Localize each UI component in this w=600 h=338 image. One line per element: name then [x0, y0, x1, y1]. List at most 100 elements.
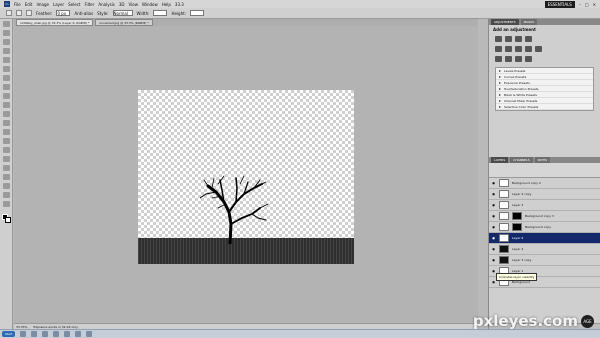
marquee-tool-preset-icon[interactable]: [6, 10, 12, 16]
brightness-contrast-icon[interactable]: [495, 36, 502, 42]
eye-icon[interactable]: ●: [491, 192, 496, 196]
add-selection-icon[interactable]: [26, 10, 32, 16]
width-input[interactable]: [153, 10, 168, 16]
eye-icon[interactable]: ●: [491, 203, 496, 207]
menu-image[interactable]: Image: [36, 2, 49, 7]
hue-saturation-icon[interactable]: [505, 46, 512, 52]
lasso-tool-icon[interactable]: [3, 39, 10, 45]
taskbar-icon[interactable]: [42, 331, 49, 337]
minimize-icon[interactable]: –: [579, 2, 581, 7]
background-color-swatch[interactable]: [5, 217, 11, 223]
status-zoom[interactable]: 33.33%: [16, 325, 27, 329]
vibrance-icon[interactable]: [495, 46, 502, 52]
taskbar-icon[interactable]: [64, 331, 71, 337]
path-select-tool-icon[interactable]: [3, 165, 10, 171]
hand-tool-icon[interactable]: [3, 192, 10, 198]
doc-tab-active[interactable]: 1299sky_shell.jpg @ 33.3% (Layer 6, RGB/…: [16, 19, 94, 26]
menu-select[interactable]: Select: [68, 2, 80, 7]
tab-masks[interactable]: MASKS: [520, 19, 538, 25]
antialias-label[interactable]: Anti-alias: [74, 11, 93, 16]
layer-mask-thumbnail[interactable]: [512, 223, 522, 231]
eye-icon[interactable]: ●: [491, 258, 496, 262]
tab-adjustments[interactable]: ADJUSTMENTS: [491, 19, 519, 25]
invert-icon[interactable]: [495, 56, 502, 62]
taskbar-icon[interactable]: [31, 331, 38, 337]
dodge-tool-icon[interactable]: [3, 138, 10, 144]
menu-file[interactable]: File: [14, 2, 21, 7]
canvas-area[interactable]: [14, 26, 478, 324]
black-white-icon[interactable]: [525, 46, 532, 52]
layer-row[interactable]: ● Layer 4: [489, 244, 600, 255]
zoom-level[interactable]: 33.3: [175, 2, 184, 7]
move-tool-icon[interactable]: [3, 21, 10, 27]
layer-row[interactable]: ● Layer 2: [489, 200, 600, 211]
eye-icon[interactable]: ●: [491, 247, 496, 251]
doc-tab[interactable]: unnamed.jpg @ 33.3% (RGB/8) *: [95, 19, 153, 26]
photo-filter-icon[interactable]: [535, 46, 542, 52]
eye-icon[interactable]: ●: [491, 225, 496, 229]
eyedropper-tool-icon[interactable]: [3, 66, 10, 72]
exposure-icon[interactable]: [525, 36, 532, 42]
tab-channels[interactable]: CHANNELS: [510, 157, 533, 163]
menu-analysis[interactable]: Analysis: [98, 2, 114, 7]
layer-row[interactable]: ● Background copy: [489, 222, 600, 233]
photoshop-taskbar-icon[interactable]: [86, 331, 93, 337]
menu-help[interactable]: Help: [162, 2, 171, 7]
taskbar-icon[interactable]: [20, 331, 27, 337]
menu-layer[interactable]: Layer: [53, 2, 64, 7]
menu-view[interactable]: View: [129, 2, 139, 7]
tab-layers[interactable]: LAYERS: [491, 157, 509, 163]
eye-icon[interactable]: ●: [491, 181, 496, 185]
eye-icon[interactable]: ●: [491, 236, 496, 240]
menu-filter[interactable]: Filter: [84, 2, 94, 7]
menu-window[interactable]: Window: [142, 2, 158, 7]
taskbar-icon[interactable]: [53, 331, 60, 337]
color-balance-icon[interactable]: [515, 46, 522, 52]
layer-row[interactable]: ● Layer 3 copy: [489, 255, 600, 266]
brush-tool-icon[interactable]: [3, 84, 10, 90]
pen-tool-icon[interactable]: [3, 147, 10, 153]
posterize-icon[interactable]: [505, 56, 512, 62]
3d-rotate-tool-icon[interactable]: [3, 183, 10, 189]
marquee-tool-icon[interactable]: [3, 30, 10, 36]
close-icon[interactable]: ✕: [593, 2, 596, 7]
curves-icon[interactable]: [515, 36, 522, 42]
maximize-icon[interactable]: □: [585, 2, 589, 7]
expand-triangle-icon: [499, 87, 501, 90]
new-selection-icon[interactable]: [16, 10, 22, 16]
taskbar-icon[interactable]: [75, 331, 82, 337]
layer-row[interactable]: ● Layer 2 copy: [489, 189, 600, 200]
document-canvas[interactable]: [138, 90, 354, 264]
workspace-switcher[interactable]: ESSENTIALS: [544, 1, 575, 8]
zoom-tool-icon[interactable]: [3, 201, 10, 207]
shape-tool-icon[interactable]: [3, 174, 10, 180]
gradient-tool-icon[interactable]: [3, 120, 10, 126]
blur-tool-icon[interactable]: [3, 129, 10, 135]
tab-paths[interactable]: PATHS: [534, 157, 551, 163]
layer-row[interactable]: ● Background copy 3: [489, 211, 600, 222]
levels-icon[interactable]: [505, 36, 512, 42]
menu-3d[interactable]: 3D: [119, 2, 125, 7]
healing-tool-icon[interactable]: [3, 75, 10, 81]
gradient-map-icon[interactable]: [525, 56, 532, 62]
type-tool-icon[interactable]: [3, 156, 10, 162]
style-select[interactable]: Normal: [112, 10, 133, 16]
layer-row[interactable]: ● Layer 6: [489, 233, 600, 244]
layer-row[interactable]: ● Background copy 2: [489, 178, 600, 189]
eye-icon[interactable]: ●: [491, 214, 496, 218]
menu-edit[interactable]: Edit: [25, 2, 33, 7]
quick-select-tool-icon[interactable]: [3, 48, 10, 54]
threshold-icon[interactable]: [515, 56, 522, 62]
clone-stamp-tool-icon[interactable]: [3, 93, 10, 99]
layer-mask-thumbnail[interactable]: [512, 212, 522, 220]
layer-name: Layer 2 copy: [512, 192, 532, 196]
preset-item[interactable]: Selective Color Presets: [496, 104, 593, 110]
history-brush-tool-icon[interactable]: [3, 102, 10, 108]
eraser-tool-icon[interactable]: [3, 111, 10, 117]
start-button[interactable]: Start: [2, 331, 16, 337]
height-input[interactable]: [190, 10, 205, 16]
width-label: Width:: [136, 10, 150, 16]
crop-tool-icon[interactable]: [3, 57, 10, 63]
feather-input[interactable]: 0 px: [56, 10, 71, 16]
layer-options[interactable]: [489, 163, 600, 178]
